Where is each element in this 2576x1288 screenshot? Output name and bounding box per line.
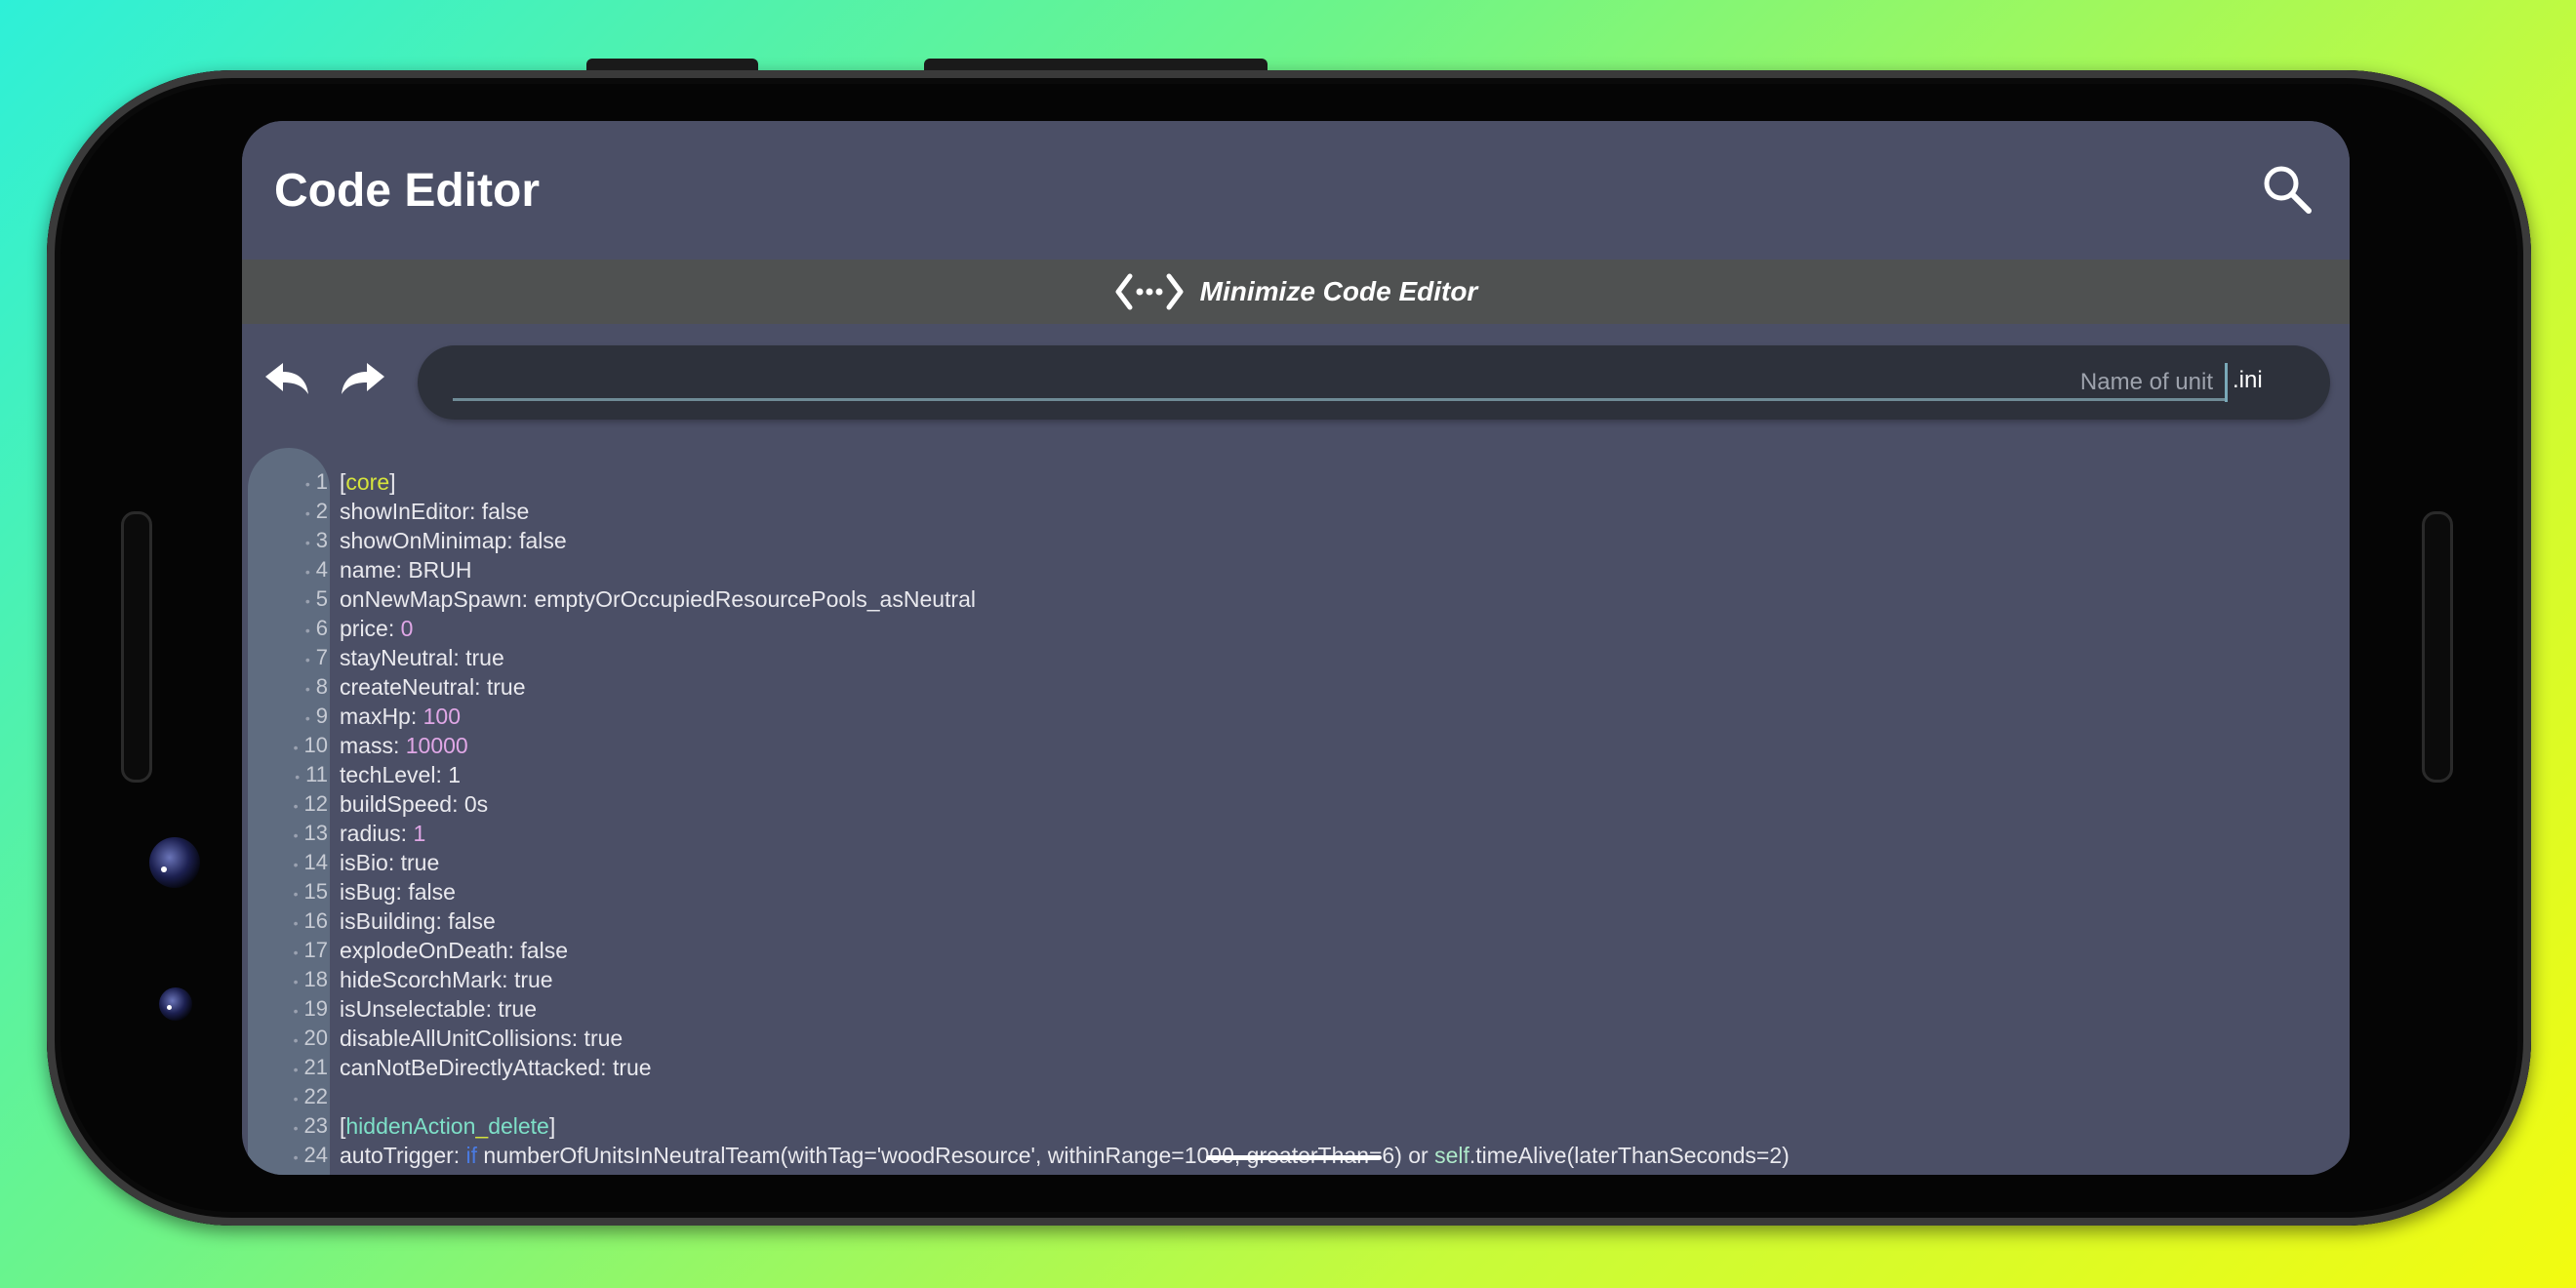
code-text: isBuilding: false: [340, 908, 496, 934]
app-header: Code Editor: [242, 121, 2350, 260]
app-screen: Code Editor Minimize Code Editor Name of…: [242, 121, 2350, 1175]
line-number: • 10: [293, 733, 328, 757]
code-text: techLevel: 1: [340, 762, 462, 787]
code-text: isBio: true: [340, 850, 440, 875]
code-text: hideScorchMark: true: [340, 967, 553, 992]
line-number: • 18: [293, 967, 328, 991]
search-button[interactable]: [2260, 162, 2314, 217]
line-number: • 8: [304, 674, 328, 699]
filename-input[interactable]: [418, 345, 2213, 420]
code-brackets-icon: [1115, 273, 1184, 310]
code-text: name: BRUH: [340, 557, 472, 583]
redo-icon: [342, 363, 384, 394]
line-number: • 6: [304, 616, 328, 640]
code-text: createNeutral: true: [340, 674, 526, 700]
minimize-label: Minimize Code Editor: [1199, 276, 1478, 306]
line-number: • 16: [293, 908, 328, 933]
text-cursor: [2225, 363, 2228, 402]
undo-icon: [265, 363, 308, 394]
code-text: radius: 1: [340, 821, 426, 846]
line-number: • 20: [293, 1026, 328, 1050]
line-number: • 15: [293, 879, 328, 904]
line-number: • 19: [293, 996, 328, 1021]
line-number: • 22: [293, 1084, 328, 1108]
line-number: • 17: [293, 938, 328, 962]
line-number: • 9: [304, 704, 328, 728]
code-text: [core]: [340, 469, 396, 495]
minimize-bar: Minimize Code Editor: [242, 260, 2350, 324]
code-text: stayNeutral: true: [340, 645, 504, 670]
speaker-left: [121, 511, 152, 783]
power-button-top: [924, 59, 1268, 70]
camera-main: [149, 837, 200, 888]
code-text: onNewMapSpawn: emptyOrOccupiedResourcePo…: [340, 586, 976, 612]
line-number: • 5: [304, 586, 328, 611]
line-number: • 7: [304, 645, 328, 669]
line-number: • 4: [304, 557, 328, 582]
line-number: • 24: [293, 1143, 328, 1167]
code-text: [hiddenAction_delete]: [340, 1113, 556, 1139]
code-text: explodeOnDeath: false: [340, 938, 568, 963]
speaker-right: [2422, 511, 2453, 783]
code-text: isUnselectable: true: [340, 996, 537, 1022]
undo-button[interactable]: [260, 353, 314, 408]
line-number: • 11: [295, 762, 328, 786]
code-text: buildSpeed: 0s: [340, 791, 489, 817]
line-number: • 12: [293, 791, 328, 816]
code-text: disableAllUnitCollisions: true: [340, 1026, 624, 1051]
line-number: • 23: [293, 1113, 328, 1138]
page-title: Code Editor: [274, 165, 540, 217]
code-text: canNotBeDirectlyAttacked: true: [340, 1055, 652, 1080]
line-number: • 13: [293, 821, 328, 845]
code-text: autoTrigger: if numberOfUnitsInNeutralTe…: [340, 1143, 1790, 1168]
code-text: maxHp: 100: [340, 704, 462, 729]
code-text: showOnMinimap: false: [340, 528, 567, 553]
line-number: • 14: [293, 850, 328, 874]
code-text: showInEditor: false: [340, 499, 530, 524]
line-number: • 2: [304, 499, 328, 523]
line-number: • 1: [304, 469, 328, 494]
code-area[interactable]: • 1 [core] • 2 showInEditor: false • 3 showOnMin…: [242, 448, 2350, 1175]
code-text: price: 0: [340, 616, 414, 641]
editor-toolbar: .ini: [242, 342, 2350, 423]
code-text: isBug: false: [340, 879, 456, 905]
file-extension: .ini: [2233, 367, 2263, 393]
redo-button[interactable]: [336, 353, 390, 408]
search-icon: [2264, 166, 2312, 214]
minimize-code-editor-button[interactable]: Minimize Code Editor: [1114, 270, 1478, 313]
code-text: mass: 10000: [340, 733, 468, 758]
filename-field: .ini: [418, 345, 2330, 420]
input-underline: [453, 398, 2227, 401]
line-number: • 3: [304, 528, 328, 552]
volume-button-top: [586, 59, 758, 70]
camera-secondary: [159, 987, 192, 1021]
line-number: • 21: [293, 1055, 328, 1079]
navigation-handle[interactable]: [1206, 1155, 1382, 1160]
